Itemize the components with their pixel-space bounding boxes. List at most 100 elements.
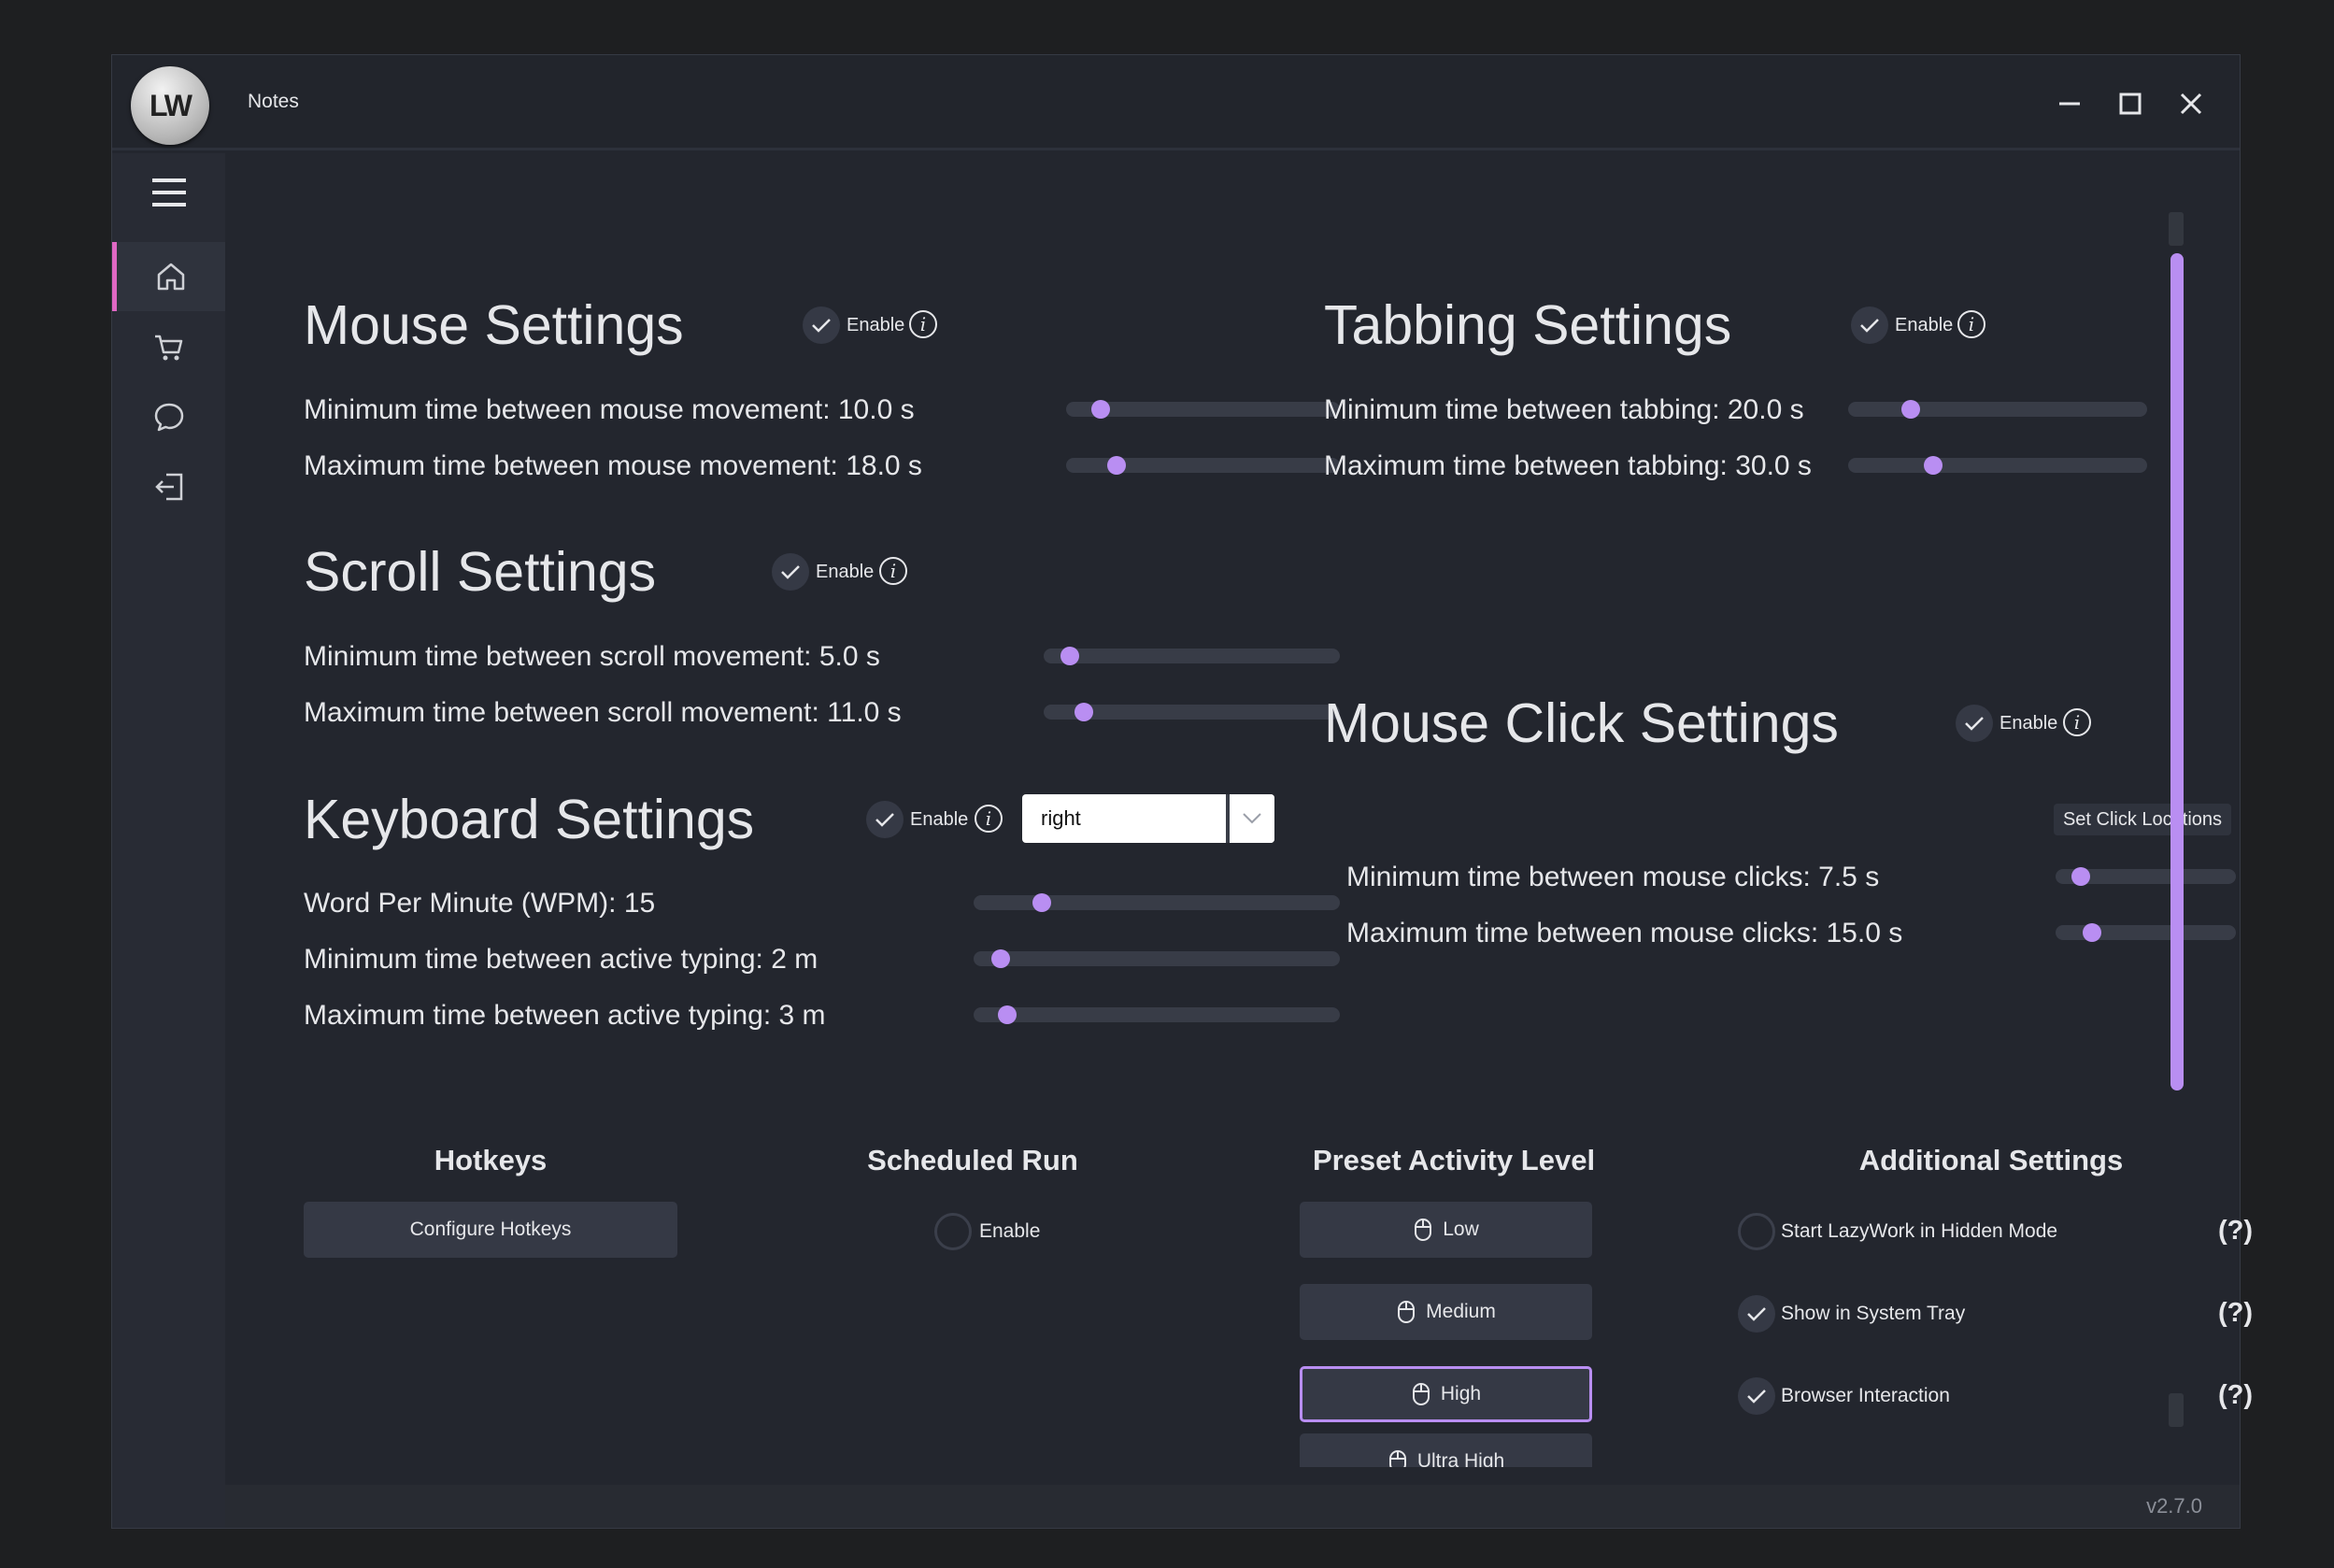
scrollbar-up[interactable] <box>2169 212 2184 246</box>
scheduled-enable-checkbox[interactable] <box>934 1213 972 1250</box>
browser-interaction-help[interactable]: (?) <box>2218 1380 2253 1411</box>
title-bar: LW Notes <box>112 55 2240 150</box>
slider-thumb[interactable] <box>1091 400 1110 419</box>
system-tray-checkbox[interactable] <box>1738 1295 1775 1333</box>
preset-ultra-high-button[interactable]: Ultra High <box>1300 1433 1592 1467</box>
scroll-enable-checkbox[interactable] <box>772 553 809 591</box>
slider-thumb[interactable] <box>1074 703 1093 721</box>
mouse-enable-checkbox[interactable] <box>803 306 840 344</box>
mouse-enable-label: Enable <box>847 315 905 335</box>
hamburger-icon <box>151 178 186 207</box>
slider-thumb[interactable] <box>998 1005 1017 1024</box>
scroll-info-icon[interactable]: i <box>879 557 907 585</box>
sidebar-item-support[interactable] <box>112 382 225 451</box>
wpm-label: Word Per Minute (WPM): 15 <box>304 888 656 919</box>
preset-high-button[interactable]: High <box>1300 1366 1592 1422</box>
browser-interaction-checkbox[interactable] <box>1738 1377 1775 1415</box>
scroll-min-slider[interactable] <box>1044 647 1340 665</box>
version-label: v2.7.0 <box>2146 1494 2202 1518</box>
click-min-slider[interactable] <box>2056 867 2236 886</box>
minimize-icon <box>2059 102 2080 106</box>
scroll-min-label: Minimum time between scroll movement: 5.… <box>304 641 880 672</box>
check-icon <box>812 319 831 333</box>
click-min-label: Minimum time between mouse clicks: 7.5 s <box>1346 862 1880 892</box>
close-button[interactable] <box>2172 85 2210 122</box>
slider-thumb[interactable] <box>2071 867 2090 886</box>
sidebar-item-logout[interactable] <box>112 452 225 521</box>
close-icon <box>2180 93 2202 115</box>
minimize-button[interactable] <box>2051 85 2088 122</box>
keyboard-enable-checkbox[interactable] <box>866 801 904 838</box>
tabbing-max-slider[interactable] <box>1848 456 2147 475</box>
mouse-max-label: Maximum time between mouse movement: 18.… <box>304 450 922 481</box>
menu-toggle-button[interactable] <box>112 158 225 227</box>
check-icon <box>1747 1307 1766 1321</box>
preset-overflow-clip: Ultra High <box>1300 1433 1608 1467</box>
browser-interaction-label: Browser Interaction <box>1781 1385 1950 1406</box>
status-bar: v2.7.0 <box>225 1485 2240 1528</box>
mouse-min-slider[interactable] <box>1066 400 1340 419</box>
mouse-icon <box>1388 1450 1406 1467</box>
maximize-button[interactable] <box>2112 85 2149 122</box>
preset-ultra-high-label: Ultra High <box>1416 1450 1505 1467</box>
click-max-slider[interactable] <box>2056 923 2236 942</box>
cart-icon <box>154 335 182 361</box>
check-icon <box>781 565 800 579</box>
sidebar-item-home[interactable] <box>112 242 225 311</box>
slider-thumb[interactable] <box>991 949 1010 968</box>
slider-thumb[interactable] <box>1107 456 1126 475</box>
click-settings-title: Mouse Click Settings <box>1324 692 1839 754</box>
click-enable-label: Enable <box>2000 713 2058 734</box>
scroll-max-slider[interactable] <box>1044 703 1340 721</box>
keyboard-enable-label: Enable <box>910 809 969 830</box>
tabbing-min-label: Minimum time between tabbing: 20.0 s <box>1324 394 1804 425</box>
set-click-locations-button[interactable]: Set Click Locations <box>2054 804 2231 835</box>
scrollbar-thumb[interactable] <box>2170 253 2184 1090</box>
main-content: Mouse Settings Enable i Minimum time bet… <box>225 153 2253 1539</box>
check-icon <box>1747 1390 1766 1404</box>
chat-icon <box>154 403 183 432</box>
preset-low-button[interactable]: Low <box>1300 1202 1592 1258</box>
mouse-max-slider[interactable] <box>1066 456 1340 475</box>
typing-max-label: Maximum time between active typing: 3 m <box>304 1000 826 1031</box>
tabbing-info-icon[interactable]: i <box>1957 310 1985 338</box>
mouse-icon <box>1412 1383 1430 1405</box>
keyboard-layout-select[interactable]: right <box>1022 794 1274 843</box>
preset-high-label: High <box>1440 1383 1482 1404</box>
slider-thumb[interactable] <box>1032 893 1051 912</box>
keyboard-settings-title: Keyboard Settings <box>304 789 755 850</box>
system-tray-help[interactable]: (?) <box>2218 1298 2253 1329</box>
mouse-info-icon[interactable]: i <box>909 310 937 338</box>
dropdown-button[interactable] <box>1226 794 1274 843</box>
keyboard-layout-value: right <box>1041 806 1081 830</box>
sidebar-item-store[interactable] <box>112 313 225 382</box>
mouse-min-label: Minimum time between mouse movement: 10.… <box>304 394 915 425</box>
tabbing-max-label: Maximum time between tabbing: 30.0 s <box>1324 450 1812 481</box>
keyboard-info-icon[interactable]: i <box>975 805 1003 833</box>
maximize-icon <box>2119 93 2142 115</box>
preset-medium-button[interactable]: Medium <box>1300 1284 1592 1340</box>
wpm-slider[interactable] <box>974 893 1340 912</box>
tabbing-enable-checkbox[interactable] <box>1851 306 1888 344</box>
hidden-mode-checkbox[interactable] <box>1738 1213 1775 1250</box>
configure-hotkeys-button[interactable]: Configure Hotkeys <box>304 1202 677 1258</box>
hidden-mode-help[interactable]: (?) <box>2218 1216 2253 1247</box>
scrollbar-down[interactable] <box>2169 1393 2184 1427</box>
click-enable-checkbox[interactable] <box>1956 705 1993 742</box>
check-icon <box>1860 319 1879 333</box>
system-tray-label: Show in System Tray <box>1781 1303 1966 1324</box>
slider-thumb[interactable] <box>1901 400 1920 419</box>
typing-min-slider[interactable] <box>974 949 1340 968</box>
click-info-icon[interactable]: i <box>2063 708 2091 736</box>
tabbing-min-slider[interactable] <box>1848 400 2147 419</box>
check-icon <box>1965 717 1984 731</box>
slider-thumb[interactable] <box>1060 647 1079 665</box>
slider-thumb[interactable] <box>1924 456 1943 475</box>
slider-thumb[interactable] <box>2083 923 2101 942</box>
tabbing-enable-label: Enable <box>1895 315 1954 335</box>
sidebar <box>112 153 225 1528</box>
mouse-icon <box>1415 1219 1432 1241</box>
typing-max-slider[interactable] <box>974 1005 1340 1024</box>
window-title: Notes <box>248 91 299 112</box>
preset-low-label: Low <box>1443 1219 1479 1240</box>
